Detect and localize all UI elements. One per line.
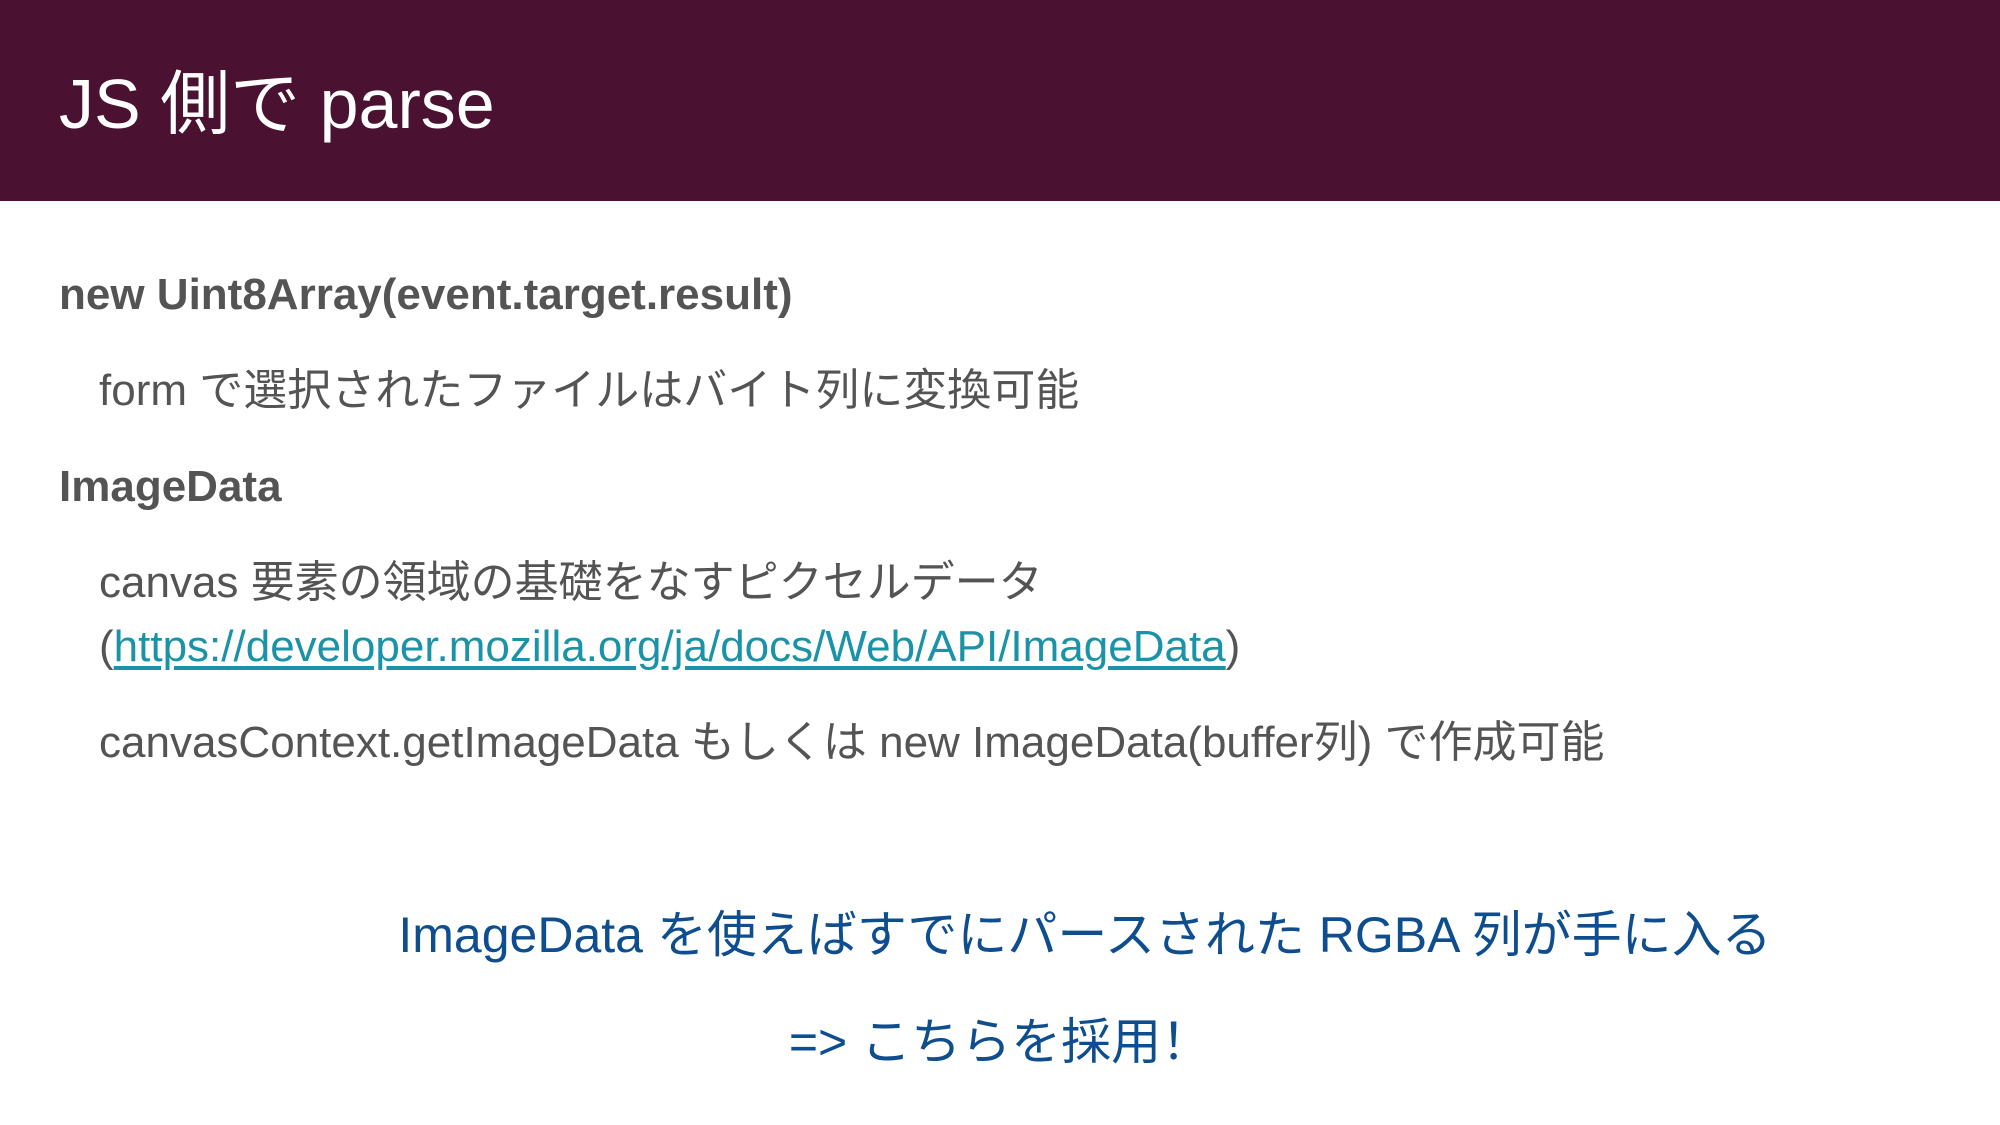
mdn-imagedata-link[interactable]: https://developer.mozilla.org/ja/docs/We…	[114, 622, 1226, 671]
callout-rgba: ImageData を使えばすでにパースされた RGBA 列が手に入る	[398, 907, 1772, 963]
heading-imagedata: ImageData	[59, 462, 282, 511]
heading-uint8array: new Uint8Array(event.target.result)	[59, 270, 793, 319]
bullet-canvas-pixel-data: canvas 要素の領域の基礎をなすピクセルデータ	[99, 558, 1043, 607]
slide-body: new Uint8Array(event.target.result) form…	[59, 268, 1939, 770]
slide-title: JS 側で parse	[59, 65, 495, 143]
bullet-mdn-link-line: (https://developer.mozilla.org/ja/docs/W…	[99, 620, 1939, 674]
title-bar: JS 側で parse	[0, 0, 2000, 201]
bullet-byte-array: form で選択されたファイルはバイト列に変換可能	[99, 366, 1080, 415]
callout-adopt: => こちらを採用！	[788, 1014, 1212, 1070]
bullet-create-imagedata: canvasContext.getImageData もしくは new Imag…	[99, 718, 1605, 767]
link-open-paren: (	[99, 622, 114, 671]
link-close-paren: )	[1225, 622, 1241, 671]
